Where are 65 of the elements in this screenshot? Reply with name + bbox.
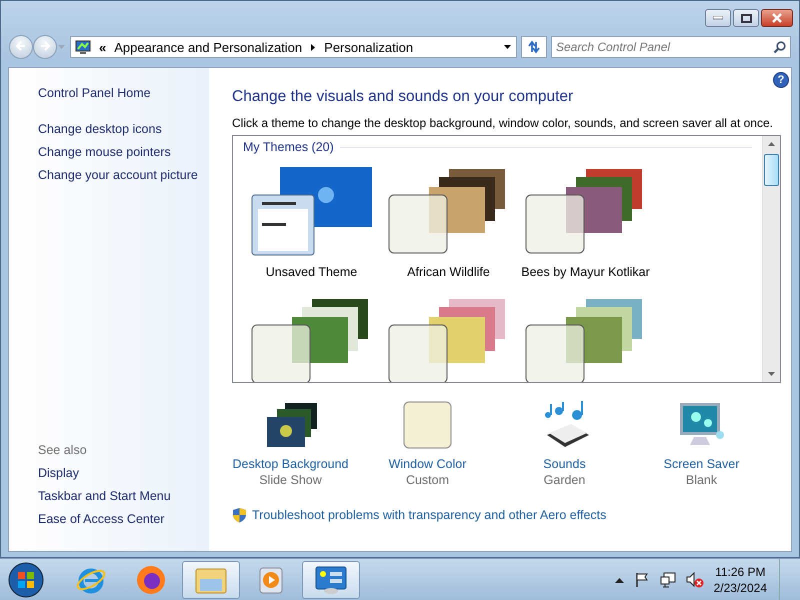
flag-icon[interactable]	[634, 572, 650, 588]
scroll-down-icon[interactable]	[768, 372, 775, 376]
setting-link[interactable]: Screen Saver	[664, 457, 740, 471]
theme-name: Bees by Mayur Kotlikar	[521, 265, 650, 279]
sidebar-link[interactable]: Change your account picture	[38, 164, 209, 187]
start-button[interactable]	[6, 560, 46, 600]
refresh-button[interactable]	[521, 36, 547, 58]
theme-name: African Wildlife	[407, 265, 490, 279]
setting-link[interactable]: Window Color	[388, 457, 466, 471]
back-button[interactable]	[9, 35, 33, 59]
section-heading: See also	[38, 442, 88, 459]
search-icon	[773, 41, 786, 54]
color-swatch-icon[interactable]	[402, 401, 452, 449]
close-button[interactable]	[761, 9, 793, 27]
search-field[interactable]: Search Control Panel	[551, 36, 791, 58]
sidebar-link[interactable]: Change desktop icons	[38, 118, 209, 141]
page-title: Change the visuals and sounds on your computer	[232, 88, 574, 106]
theme-name: Unsaved Theme	[266, 265, 358, 279]
scroll-up-icon[interactable]	[768, 142, 775, 146]
forward-arrow-icon	[39, 40, 51, 52]
setting-link[interactable]: Desktop Background	[232, 457, 349, 471]
restore-icon	[740, 14, 752, 22]
control-panel-icon	[314, 564, 348, 594]
restore-button[interactable]	[733, 9, 759, 27]
setting-value: Custom	[406, 473, 450, 487]
theme-item[interactable]: Unsaved Theme	[243, 160, 380, 284]
back-arrow-icon	[15, 40, 27, 52]
clock-date: 2/23/2024	[714, 580, 767, 596]
dropdown-caret-icon[interactable]	[503, 44, 512, 50]
refresh-arrows-icon	[526, 40, 542, 54]
sidebar-link[interactable]: Control Panel Home	[38, 82, 209, 105]
monitor-icon	[75, 40, 91, 54]
clock-time: 11:26 PM	[715, 564, 766, 580]
close-icon	[771, 13, 783, 23]
shield-icon	[232, 507, 247, 523]
forward-button[interactable]	[33, 35, 57, 59]
theme-item[interactable]: Bees by Mayur Kotlikar	[517, 160, 654, 284]
play-icon	[257, 564, 285, 594]
sidebar-link[interactable]: Display	[38, 462, 209, 485]
speaker-muted-icon[interactable]	[686, 572, 704, 588]
clock[interactable]: 11:26 PM 2/23/2024	[714, 564, 767, 596]
troubleshoot-link[interactable]: Troubleshoot problems with transparency and other Aero effects	[252, 508, 606, 522]
sidebar-link[interactable]: Taskbar and Start Menu	[38, 485, 209, 508]
sidebar-link[interactable]: Change mouse pointers	[38, 141, 209, 164]
windows-logo-icon	[8, 562, 44, 598]
address-bar[interactable]: « Appearance and Personalization Personalization	[70, 36, 517, 58]
theme-item[interactable]: African Wildlife	[380, 160, 517, 284]
minimize-icon	[713, 16, 723, 20]
setting-link[interactable]: Sounds	[543, 457, 586, 471]
sidebar-link[interactable]: Ease of Access Center	[38, 508, 209, 531]
scrollbar-thumb[interactable]	[764, 154, 779, 186]
description-text: Click a theme to change the desktop background, window color, sounds, and screen saver all at once.	[232, 116, 774, 130]
help-button[interactable]: ?	[773, 72, 789, 88]
group-heading: My Themes (20)	[243, 140, 752, 154]
network-icon[interactable]	[660, 572, 676, 588]
breadcrumb[interactable]: Personalization	[324, 40, 414, 54]
minimize-button[interactable]	[705, 9, 731, 27]
setting-value: Blank	[686, 473, 718, 487]
taskbar-button[interactable]	[302, 560, 360, 598]
setting-value: Garden	[544, 473, 586, 487]
separator-arrow-icon	[310, 42, 316, 52]
show-hidden-icons-icon[interactable]	[614, 576, 624, 582]
overflow-chevron[interactable]: «	[99, 40, 106, 54]
setting-value: Slide Show	[259, 473, 322, 487]
breadcrumb[interactable]: Appearance and Personalization	[114, 40, 302, 54]
